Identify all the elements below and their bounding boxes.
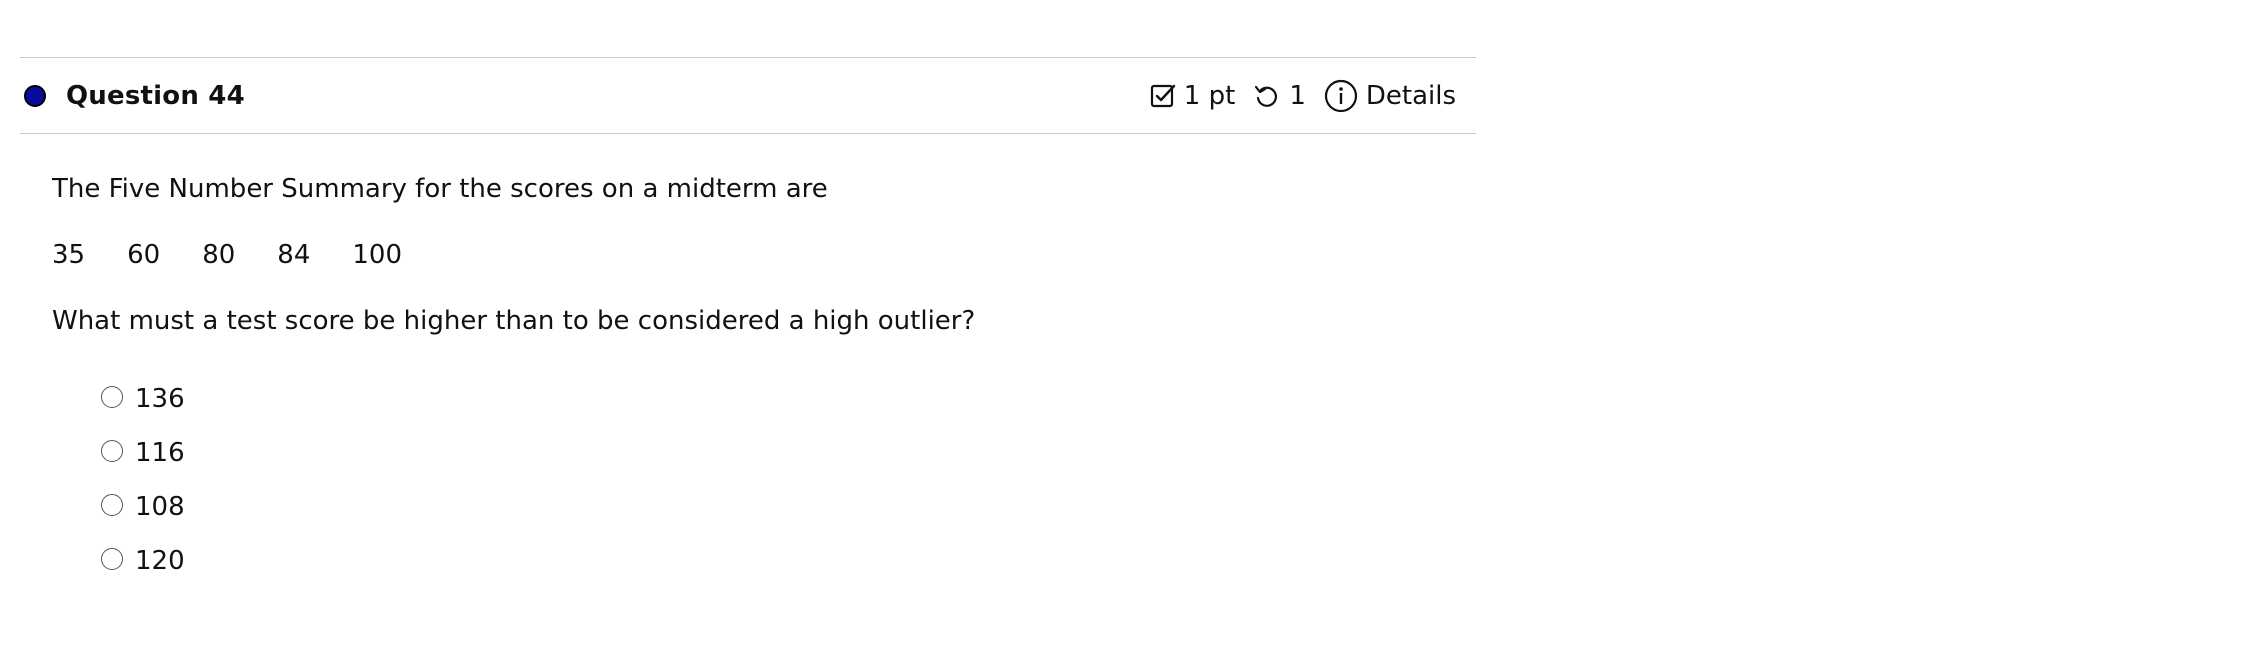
- radio-button[interactable]: [101, 548, 123, 570]
- attempts-meta: 1: [1253, 81, 1306, 111]
- option-label: 120: [135, 546, 185, 576]
- answer-option[interactable]: 116: [101, 436, 1476, 470]
- summary-value-median: 80: [202, 240, 236, 270]
- radio-button[interactable]: [101, 440, 123, 462]
- answer-option[interactable]: 108: [101, 490, 1476, 524]
- details-link[interactable]: Details: [1324, 79, 1456, 113]
- summary-value-max: 100: [352, 240, 403, 270]
- answer-option[interactable]: 120: [101, 544, 1476, 578]
- question-title: Question 44: [66, 80, 245, 111]
- question-header: Question 44 1 pt 1 Details: [20, 57, 1476, 134]
- option-label: 136: [135, 384, 185, 414]
- points-meta: 1 pt: [1150, 80, 1236, 111]
- answer-options: 136 116 108 120: [52, 382, 1476, 578]
- answer-option[interactable]: 136: [101, 382, 1476, 416]
- prompt-question: What must a test score be higher than to…: [52, 306, 976, 336]
- prompt-intro: The Five Number Summary for the scores o…: [52, 174, 828, 204]
- summary-value-q1: 60: [127, 240, 161, 270]
- question-body: The Five Number Summary for the scores o…: [20, 134, 1476, 578]
- checkbox-icon: [1150, 83, 1176, 109]
- option-label: 108: [135, 492, 185, 522]
- five-number-summary: 35 60 80 84 100: [52, 240, 1476, 270]
- question-card: Question 44 1 pt 1 Details The Five Numb…: [20, 57, 1476, 598]
- retry-icon: [1253, 83, 1281, 109]
- points-text: 1 pt: [1183, 80, 1236, 111]
- details-label: Details: [1365, 80, 1456, 111]
- question-meta: 1 pt 1 Details: [1132, 79, 1476, 113]
- radio-button[interactable]: [101, 494, 123, 516]
- summary-value-q3: 84: [277, 240, 311, 270]
- attempts-text: 1: [1289, 80, 1306, 111]
- radio-button[interactable]: [101, 386, 123, 408]
- summary-value-min: 35: [52, 240, 86, 270]
- info-icon: [1324, 79, 1358, 113]
- status-dot-icon: [24, 84, 46, 107]
- option-label: 116: [135, 438, 185, 468]
- question-header-left: Question 44: [20, 81, 245, 111]
